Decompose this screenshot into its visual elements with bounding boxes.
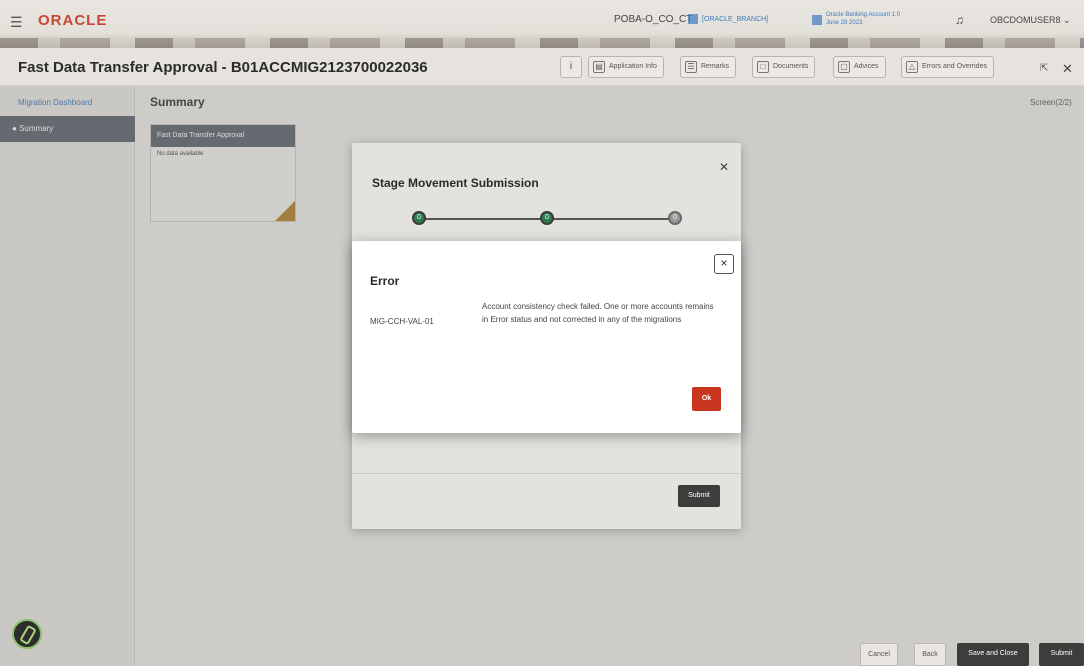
oracle-logo: ORACLE: [38, 12, 108, 29]
stage-submit-button[interactable]: Submit: [678, 485, 720, 507]
branch-selector[interactable]: [ORACLE_BRANCH]: [688, 13, 800, 26]
branch-pill-label: [ORACLE_BRANCH]: [702, 16, 769, 23]
submit-button[interactable]: Submit: [1039, 643, 1084, 666]
ok-button[interactable]: Ok: [692, 387, 721, 411]
branch-icon: [688, 14, 698, 24]
documents-button[interactable]: □ Documents: [752, 56, 816, 78]
hamburger-menu-icon[interactable]: ☰: [10, 14, 23, 31]
step-3-dot: 0: [668, 211, 682, 225]
decorative-band: [0, 38, 1084, 48]
error-message: Account consistency check failed. One or…: [482, 302, 714, 324]
branch-code[interactable]: POBA-O_CO_CT: [614, 14, 692, 25]
step-1-dot: 0: [412, 211, 426, 225]
user-name: OBCDOMUSER8: [990, 15, 1061, 25]
top-bar: ☰ ORACLE POBA-O_CO_CT [ORACLE_BRANCH] Or…: [0, 0, 1084, 48]
error-close-button[interactable]: ×: [714, 254, 734, 274]
error-title: Error: [370, 274, 400, 288]
remarks-label: Remarks: [701, 63, 730, 70]
expand-icon[interactable]: ⇱: [1040, 63, 1048, 74]
bell-icon[interactable]: ♫: [955, 13, 964, 27]
stage-footer-divider: [352, 473, 741, 474]
step-2-dot: 0: [540, 211, 554, 225]
application-info-icon: ▤: [593, 61, 605, 73]
remarks-icon: ☰: [685, 61, 697, 73]
cancel-button[interactable]: Cancel: [860, 643, 898, 666]
info-button[interactable]: i: [560, 56, 582, 78]
page-title: Fast Data Transfer Approval - B01ACCMIG2…: [18, 59, 428, 76]
error-modal: Error × MIG-CCH-VAL-01 Account consisten…: [352, 241, 741, 433]
bank-date: June 28 2023: [826, 20, 863, 26]
stage-close-icon[interactable]: ✕: [719, 160, 729, 174]
user-menu[interactable]: OBCDOMUSER8 ⌄: [990, 15, 1071, 26]
close-icon[interactable]: ✕: [1062, 61, 1073, 77]
errors-overrides-button[interactable]: △ Errors and Overrides: [901, 56, 994, 78]
error-code: MIG-CCH-VAL-01: [370, 317, 434, 326]
remarks-button[interactable]: ☰ Remarks: [680, 56, 737, 78]
documents-label: Documents: [773, 63, 809, 70]
documents-icon: □: [757, 61, 769, 73]
application-info-label: Application Info: [609, 63, 657, 70]
back-button[interactable]: Back: [914, 643, 946, 666]
advices-icon: ▢: [838, 61, 850, 73]
advices-button[interactable]: ▢ Advices: [833, 56, 886, 78]
stage-modal-title: Stage Movement Submission: [372, 176, 539, 190]
calendar-icon: [812, 15, 822, 25]
bank-date-box: Oracle Banking Account 1.0 June 28 2023: [812, 11, 932, 31]
assistant-avatar-icon[interactable]: [12, 619, 42, 649]
advices-label: Advices: [854, 63, 879, 70]
bank-info: Oracle Banking Account 1.0: [826, 12, 901, 18]
save-and-close-button[interactable]: Save and Close: [957, 643, 1029, 666]
errors-overrides-label: Errors and Overrides: [922, 63, 987, 70]
warning-icon: △: [906, 61, 918, 73]
application-info-button[interactable]: ▤ Application Info: [588, 56, 664, 78]
title-bar: Fast Data Transfer Approval - B01ACCMIG2…: [0, 48, 1084, 86]
